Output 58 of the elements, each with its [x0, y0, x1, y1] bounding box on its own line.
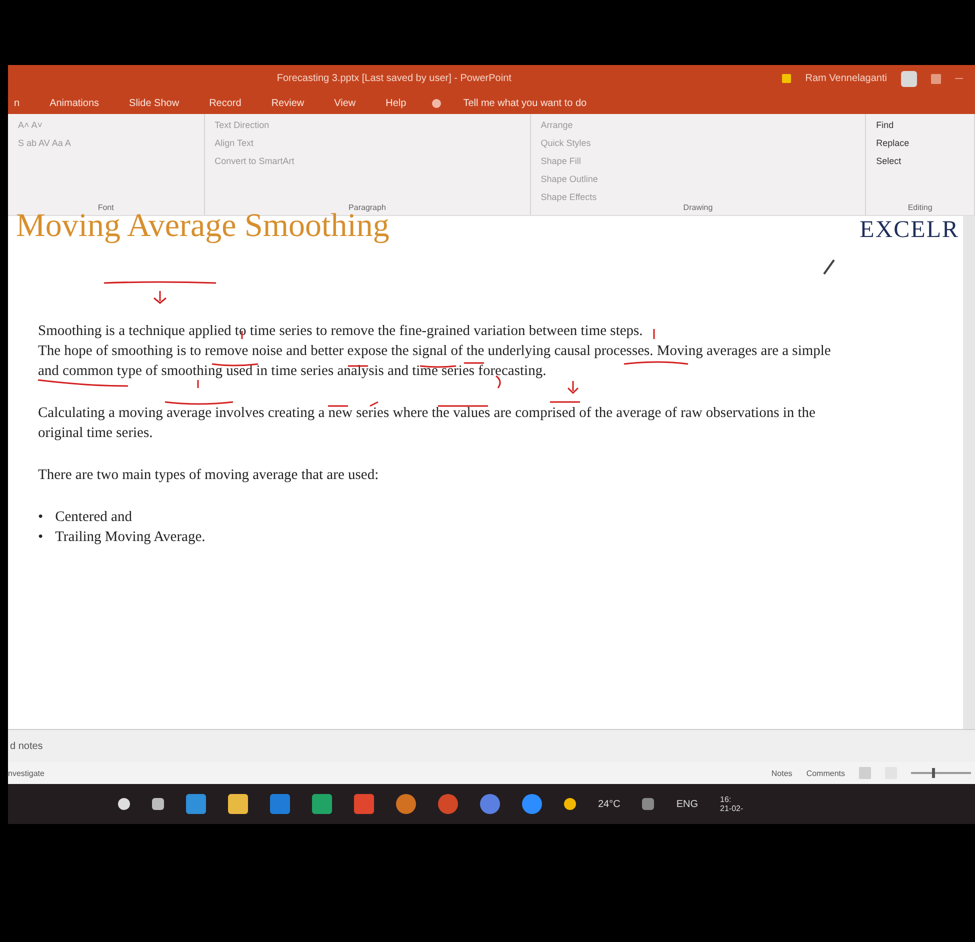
paragraph: The hope of smoothing is to remove noise and better expose the signal of the underlying causal processes. Moving averages are a simple and common type of smoothing used in time series analysis and time series forecasting. [38, 342, 832, 381]
ribbon-command[interactable]: Convert to SmartArt [214, 156, 520, 166]
system-tray-icon[interactable] [642, 798, 654, 810]
task-view-icon[interactable] [152, 798, 164, 810]
ribbon-command[interactable]: Text Direction [214, 120, 520, 130]
user-name: Ram Vennelaganti [805, 73, 887, 84]
tell-me-search[interactable]: Tell me what you want to do [463, 98, 587, 108]
comments-button[interactable]: Comments [806, 768, 845, 778]
ribbon-command[interactable]: Shape Outline [540, 174, 856, 184]
language-indicator[interactable]: ENG [676, 798, 698, 810]
zoom-slider-thumb[interactable] [932, 768, 935, 778]
group-label: Drawing [682, 203, 714, 212]
notes-field[interactable]: d notes [8, 729, 975, 762]
bullet-marker: • [38, 508, 44, 527]
ribbon-display-icon [931, 74, 941, 84]
ribbon-command[interactable]: Replace [876, 138, 964, 148]
weather-temperature: 24°C [598, 798, 620, 810]
ribbon-tab[interactable]: Slide Show [125, 96, 184, 110]
bullet-marker: • [38, 528, 44, 547]
minimize-icon[interactable] [955, 78, 963, 79]
ribbon-command[interactable]: Select [876, 156, 964, 166]
ribbon-tab[interactable]: Animations [46, 96, 104, 110]
accessibility-status: nvestigate [8, 768, 46, 778]
ribbon-command[interactable]: Find [876, 120, 964, 130]
taskbar-app-icon[interactable] [480, 794, 500, 814]
taskbar-app-icon[interactable] [438, 794, 458, 814]
taskbar-app-icon[interactable] [522, 794, 542, 814]
logo: EXCELR [860, 218, 959, 242]
paragraph: Smoothing is a technique applied to time series to remove the fine-grained variation between time steps. [38, 322, 644, 341]
ribbon-command[interactable]: Arrange [540, 120, 856, 130]
ribbon-command[interactable]: S ab AV Aa A [18, 138, 194, 148]
window-title: Forecasting 3.pptx [Last saved by user] - PowerPoint [276, 73, 512, 84]
lightbulb-icon [432, 98, 442, 108]
clock: 16: 21-02- [720, 795, 744, 813]
ribbon-command[interactable]: A˄ A˅ [18, 120, 194, 130]
weather-icon [564, 798, 576, 810]
search-icon[interactable] [118, 798, 130, 810]
ribbon-command[interactable]: Shape Effects [540, 192, 856, 202]
paragraph: Calculating a moving average involves creating a new series where the values are comprised of the average of raw observations in the original time series. [38, 404, 816, 443]
group-label: Font [96, 203, 115, 212]
ribbon-tab[interactable]: n [10, 96, 24, 110]
paragraph: There are two main types of moving average that are used: [38, 466, 380, 485]
normal-view-icon[interactable] [859, 767, 871, 779]
ribbon-tab[interactable]: Review [267, 96, 308, 110]
ribbon-tab[interactable]: Help [382, 96, 410, 110]
avatar-icon [901, 70, 917, 86]
ribbon-command[interactable]: Align Text [214, 138, 520, 148]
bullet-item: Centered and [55, 508, 132, 527]
notes-button[interactable]: Notes [771, 768, 792, 778]
ribbon-command[interactable]: Shape Fill [540, 156, 856, 166]
ribbon-command[interactable]: Quick Styles [540, 138, 856, 148]
ribbon-tab[interactable]: View [330, 96, 360, 110]
group-label: Paragraph [348, 203, 387, 212]
ribbon-tab[interactable]: Record [205, 96, 246, 110]
taskbar-app-icon[interactable] [396, 794, 416, 814]
bullet-item: Trailing Moving Average. [55, 528, 206, 547]
warning-icon [782, 74, 792, 83]
group-label: Editing [906, 203, 934, 212]
